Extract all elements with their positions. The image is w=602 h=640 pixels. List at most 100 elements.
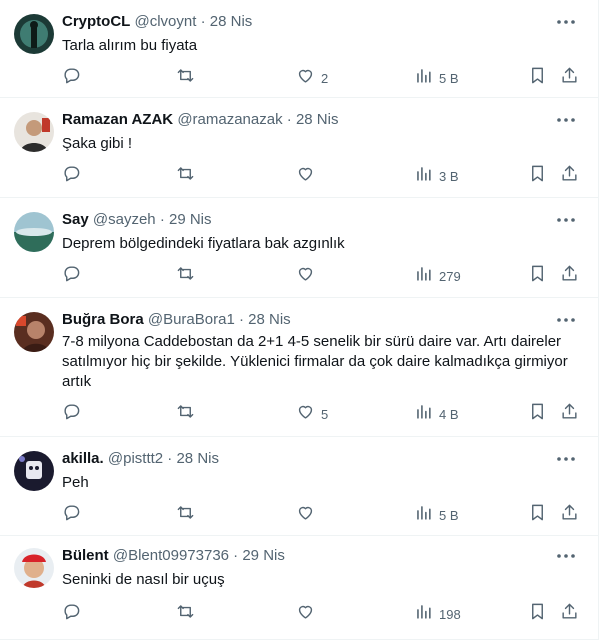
author-handle[interactable]: @Blent09973736: [113, 547, 229, 564]
like-button[interactable]: [296, 602, 321, 626]
views-icon: [414, 503, 433, 527]
author-handle[interactable]: @sayzeh: [93, 211, 156, 228]
bookmark-button[interactable]: [528, 264, 547, 288]
tweet[interactable]: Say @sayzeh · 29 Nis Deprem bölgedindeki…: [0, 198, 598, 298]
avatar[interactable]: [14, 14, 54, 54]
reply-icon: [62, 66, 81, 90]
share-button[interactable]: [560, 402, 579, 426]
avatar[interactable]: [14, 212, 54, 252]
tweet-actions: 5 B: [62, 503, 588, 527]
more-dots-icon[interactable]: [554, 110, 578, 130]
views-icon: [414, 402, 433, 426]
bookmark-button[interactable]: [528, 66, 547, 90]
tweet[interactable]: Bülent @Blent09973736 · 29 Nis Seninki d…: [0, 536, 598, 640]
retweet-icon: [176, 264, 195, 288]
views-icon: [414, 264, 433, 288]
author-name[interactable]: Bülent: [62, 547, 109, 564]
views-icon: [414, 164, 433, 188]
share-button[interactable]: [560, 264, 579, 288]
share-button[interactable]: [560, 602, 579, 626]
tweet[interactable]: CryptoCL @clvoynt · 28 Nis Tarla alırım …: [0, 0, 598, 98]
share-button[interactable]: [560, 503, 579, 527]
tweet-date[interactable]: 28 Nis: [296, 111, 339, 128]
tweet-text: Tarla alırım bu fiyata: [62, 37, 198, 54]
tweet-date[interactable]: 29 Nis: [169, 211, 212, 228]
tweet-text: Peh: [62, 474, 89, 491]
heart-icon: [296, 66, 315, 90]
share-button[interactable]: [560, 164, 579, 188]
bookmark-button[interactable]: [528, 402, 547, 426]
retweet-button[interactable]: [176, 66, 201, 90]
author-name[interactable]: akilla.: [62, 450, 104, 467]
reply-icon: [62, 264, 81, 288]
retweet-button[interactable]: [176, 503, 201, 527]
retweet-button[interactable]: [176, 164, 201, 188]
views-button[interactable]: 5 B: [414, 503, 459, 527]
heart-icon: [296, 602, 315, 626]
views-button[interactable]: 198: [414, 602, 461, 626]
tweet[interactable]: Buğra Bora @BuraBora1 · 28 Nis 7-8 milyo…: [0, 298, 598, 437]
bookmark-icon: [528, 264, 547, 288]
tweet-date[interactable]: 28 Nis: [210, 13, 253, 30]
tweet-date[interactable]: 28 Nis: [248, 311, 291, 328]
retweet-icon: [176, 402, 195, 426]
author-name[interactable]: Ramazan AZAK: [62, 111, 173, 128]
author-handle[interactable]: @BuraBora1: [148, 311, 235, 328]
like-button[interactable]: [296, 264, 321, 288]
avatar[interactable]: [14, 112, 54, 152]
reply-button[interactable]: [62, 402, 87, 426]
more-dots-icon[interactable]: [554, 310, 578, 330]
reply-button[interactable]: [62, 164, 87, 188]
author-handle[interactable]: @pisttt2: [108, 450, 163, 467]
views-button[interactable]: 4 B: [414, 402, 459, 426]
views-button[interactable]: 3 B: [414, 164, 459, 188]
heart-icon: [296, 164, 315, 188]
retweet-button[interactable]: [176, 602, 201, 626]
views-count: 279: [439, 268, 461, 284]
author-name[interactable]: Say: [62, 211, 89, 228]
author-name[interactable]: CryptoCL: [62, 13, 130, 30]
author-handle[interactable]: @clvoynt: [135, 13, 197, 30]
reply-button[interactable]: [62, 264, 87, 288]
more-dots-icon[interactable]: [554, 12, 578, 32]
avatar[interactable]: [14, 451, 54, 491]
tweet-date[interactable]: 28 Nis: [176, 450, 219, 467]
like-button[interactable]: 2: [296, 66, 328, 90]
tweet-actions: 3 B: [62, 164, 588, 188]
retweet-button[interactable]: [176, 264, 201, 288]
avatar[interactable]: [14, 312, 54, 352]
tweet-header: Bülent @Blent09973736 · 29 Nis: [62, 546, 285, 566]
separator-dot: ·: [238, 311, 244, 328]
tweet-actions: 5 4 B: [62, 402, 588, 426]
retweet-icon: [176, 164, 195, 188]
like-button[interactable]: [296, 164, 321, 188]
share-button[interactable]: [560, 66, 579, 90]
tweet-actions: 279: [62, 264, 588, 288]
reply-button[interactable]: [62, 602, 87, 626]
more-dots-icon[interactable]: [554, 210, 578, 230]
retweet-button[interactable]: [176, 402, 201, 426]
reply-button[interactable]: [62, 66, 87, 90]
bookmark-button[interactable]: [528, 164, 547, 188]
tweet-text: Şaka gibi !: [62, 135, 133, 152]
tweet-date[interactable]: 29 Nis: [242, 547, 285, 564]
bookmark-icon: [528, 602, 547, 626]
more-dots-icon[interactable]: [554, 546, 578, 566]
author-name[interactable]: Buğra Bora: [62, 311, 144, 328]
views-count: 3 B: [439, 168, 459, 184]
more-dots-icon[interactable]: [554, 449, 578, 469]
avatar[interactable]: [14, 548, 54, 588]
like-button[interactable]: [296, 503, 321, 527]
tweet[interactable]: akilla. @pisttt2 · 28 Nis Peh 5 B: [0, 437, 598, 536]
views-button[interactable]: 5 B: [414, 66, 459, 90]
author-handle[interactable]: @ramazanazak: [177, 111, 282, 128]
views-button[interactable]: 279: [414, 264, 461, 288]
bookmark-button[interactable]: [528, 602, 547, 626]
like-button[interactable]: 5: [296, 402, 328, 426]
share-icon: [560, 402, 579, 426]
views-count: 5 B: [439, 507, 459, 523]
tweet[interactable]: Ramazan AZAK @ramazanazak · 28 Nis Şaka …: [0, 98, 598, 198]
retweet-icon: [176, 66, 195, 90]
bookmark-button[interactable]: [528, 503, 547, 527]
reply-button[interactable]: [62, 503, 87, 527]
